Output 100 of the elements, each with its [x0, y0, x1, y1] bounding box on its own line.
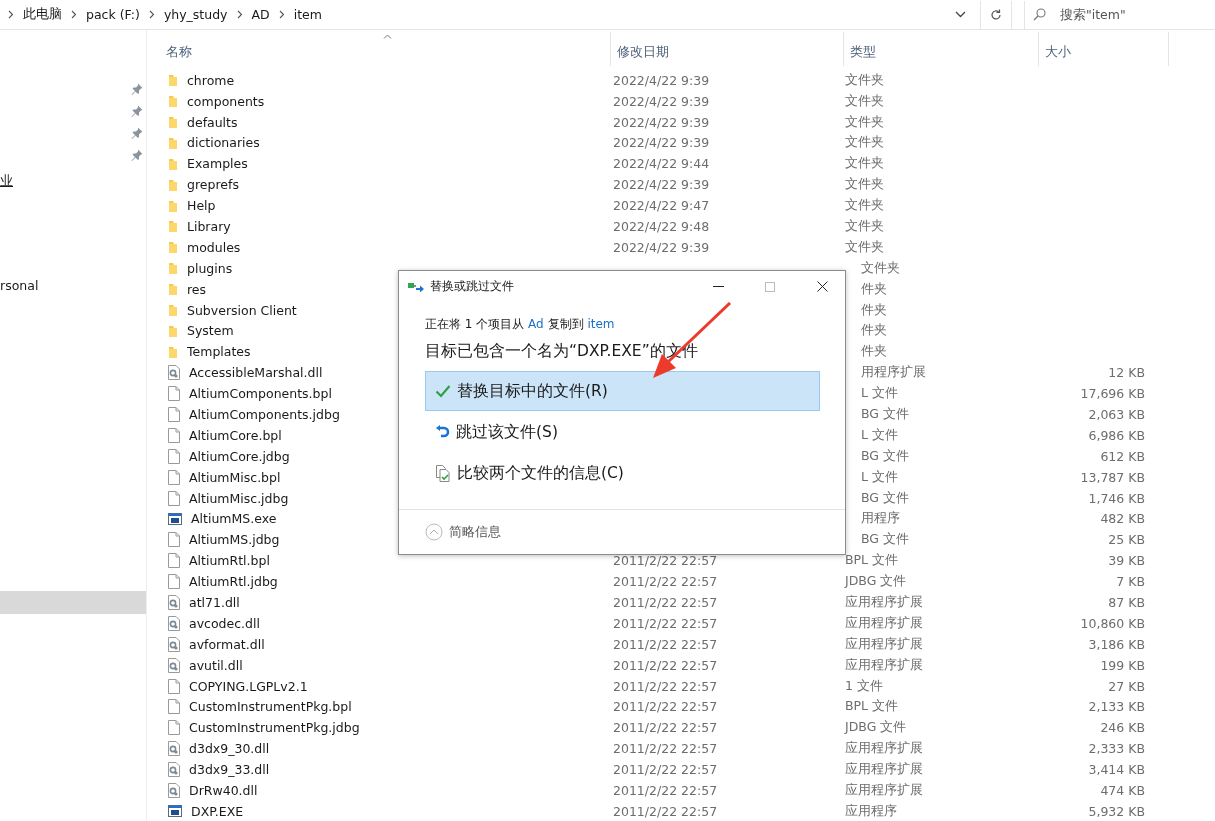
size-cell: 5,932 KB	[1088, 803, 1145, 819]
file-name[interactable]: AltiumMS.exe	[191, 511, 277, 527]
file-name[interactable]: avcodec.dll	[189, 615, 260, 631]
file-name[interactable]: d3dx9_33.dll	[189, 762, 270, 778]
breadcrumb[interactable]: AD	[251, 7, 270, 22]
size-cell: 27 KB	[1108, 678, 1145, 694]
file-name[interactable]: Help	[187, 198, 216, 214]
sidebar-item[interactable]: 业	[0, 170, 146, 193]
file-icon	[168, 553, 180, 569]
file-name[interactable]: AltiumRtl.jdbg	[189, 574, 278, 590]
option-button[interactable]: 跳过该文件(S)	[425, 412, 820, 452]
file-name[interactable]: AccessibleMarshal.dll	[189, 365, 323, 381]
size-cell: 7 KB	[1116, 574, 1145, 590]
file-name[interactable]: Examples	[187, 156, 248, 172]
file-name[interactable]: AltiumComponents.bpl	[189, 386, 332, 402]
date-cell: 2011/2/22 22:57	[613, 783, 718, 798]
file-name[interactable]: System	[187, 323, 234, 339]
file-name[interactable]: AltiumRtl.bpl	[189, 553, 270, 569]
type-cell: 文件夹	[845, 71, 884, 87]
chevron-icon	[8, 10, 14, 19]
folder-icon	[168, 115, 178, 129]
file-name[interactable]: chrome	[187, 72, 235, 88]
file-name[interactable]: AltiumComponents.jdbg	[189, 407, 340, 422]
breadcrumb[interactable]: yhy_study	[163, 7, 228, 22]
date-cell: 2011/2/22 22:57	[613, 553, 718, 569]
column-header[interactable]: 名称	[166, 32, 611, 66]
column-header[interactable]: 修改日期	[611, 32, 844, 66]
size-cell: 87 KB	[1108, 595, 1145, 610]
size-cell: 2,133 KB	[1088, 699, 1145, 715]
sidebar-item[interactable]: rsonal	[0, 274, 146, 297]
file-name[interactable]: modules	[187, 239, 241, 255]
option-button[interactable]: 比较两个文件的信息(C)	[425, 453, 820, 493]
file-icon	[168, 386, 180, 402]
details-toggle[interactable]: 简略信息	[425, 523, 501, 541]
undo-arrow-icon	[435, 424, 450, 440]
breadcrumb[interactable]: item	[293, 7, 322, 22]
file-icon	[168, 532, 180, 548]
column-header[interactable]: 类型	[844, 32, 1039, 66]
folder-icon	[168, 219, 178, 234]
file-name[interactable]: components	[187, 93, 265, 109]
file-name[interactable]: COPYING.LGPLv2.1	[189, 678, 308, 694]
chevron-up-icon	[425, 523, 443, 541]
file-icon	[168, 427, 180, 443]
type-cell: 文件夹	[845, 176, 884, 192]
option-button[interactable]: 替换目标中的文件(R)	[425, 371, 820, 411]
search-icon	[1033, 8, 1046, 21]
file-name[interactable]: atl71.dll	[189, 595, 240, 610]
folder-icon	[168, 177, 178, 192]
file-name[interactable]: AltiumMisc.bpl	[189, 469, 281, 485]
file-name[interactable]: greprefs	[187, 177, 239, 193]
folder-icon	[168, 240, 178, 255]
date-cell: 2022/4/22 9:39	[613, 93, 710, 109]
file-name[interactable]: DXP.EXE	[191, 803, 244, 819]
type-cell: BG 文件	[861, 406, 909, 421]
type-cell: 文件夹	[845, 238, 884, 254]
file-name[interactable]: d3dx9_30.dll	[189, 741, 270, 757]
destination-link[interactable]: item	[587, 317, 615, 331]
date-cell: 2011/2/22 22:57	[613, 762, 718, 778]
size-cell: 39 KB	[1108, 553, 1145, 569]
file-name[interactable]: CustomInstrumentPkg.jdbg	[189, 720, 360, 736]
file-name[interactable]: avformat.dll	[189, 636, 265, 652]
pin-icon[interactable]	[131, 149, 143, 161]
pin-icon[interactable]	[131, 83, 143, 95]
folder-icon	[168, 323, 178, 338]
date-cell: 2022/4/22 9:39	[613, 135, 710, 151]
file-name[interactable]: res	[187, 281, 207, 297]
size-cell: 474 KB	[1100, 783, 1145, 798]
breadcrumb[interactable]: pack (F:)	[86, 7, 140, 22]
file-icon	[168, 490, 180, 506]
size-cell: 25 KB	[1108, 532, 1145, 548]
file-name[interactable]: CustomInstrumentPkg.bpl	[189, 699, 352, 715]
file-name[interactable]: AltiumCore.bpl	[189, 427, 282, 443]
file-name[interactable]: Templates	[187, 344, 251, 360]
file-name[interactable]: avutil.dll	[189, 657, 243, 673]
file-name[interactable]: dictionaries	[187, 135, 260, 151]
type-cell: 用程序	[861, 510, 900, 526]
file-name[interactable]: DrRw40.dll	[189, 783, 258, 798]
pin-icon[interactable]	[131, 127, 143, 139]
file-name[interactable]: Library	[187, 218, 231, 234]
refresh-icon[interactable]	[990, 8, 1002, 21]
checkmark-icon	[435, 384, 451, 398]
type-cell: 文件夹	[861, 259, 900, 275]
chevron-icon	[148, 10, 155, 19]
file-name[interactable]: AltiumMisc.jdbg	[189, 490, 289, 506]
file-icon	[168, 448, 180, 464]
source-link[interactable]: Ad	[528, 317, 544, 331]
size-cell: 13,787 KB	[1080, 469, 1145, 485]
dropdown-icon[interactable]	[955, 11, 966, 18]
file-name[interactable]: plugins	[187, 260, 233, 276]
type-cell: BG 文件	[861, 489, 909, 505]
gear-file-icon	[168, 741, 180, 757]
file-name[interactable]: defaults	[187, 114, 238, 130]
file-name[interactable]: AltiumMS.jdbg	[189, 532, 280, 548]
gear-file-icon	[168, 365, 180, 381]
file-name[interactable]: AltiumCore.jdbg	[189, 448, 290, 464]
breadcrumb[interactable]: 此电脑	[23, 6, 62, 23]
pin-icon[interactable]	[131, 105, 143, 117]
column-header[interactable]: 大小	[1039, 32, 1169, 66]
file-name[interactable]: Subversion Client	[187, 302, 297, 318]
type-cell: 文件夹	[845, 197, 884, 213]
